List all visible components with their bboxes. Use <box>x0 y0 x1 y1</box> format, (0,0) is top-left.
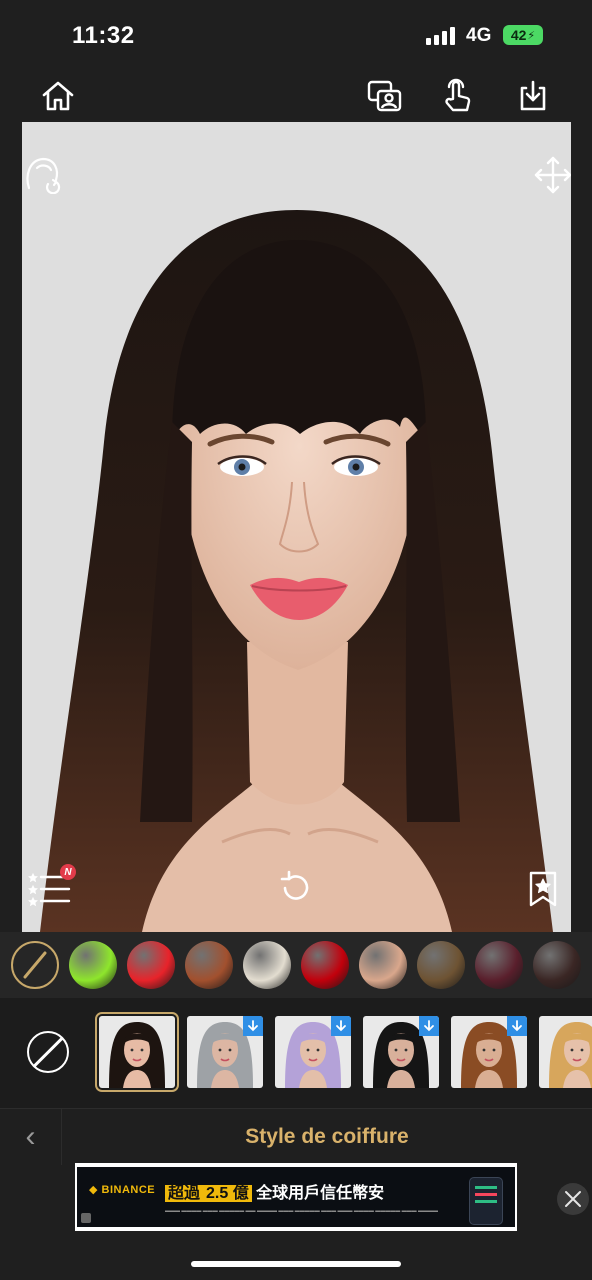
hair-color-picker <box>0 932 592 998</box>
preview-photo[interactable]: N <box>22 122 571 932</box>
no-hairstyle-button[interactable] <box>27 1031 69 1073</box>
battery-indicator: 42 ⚡ <box>503 25 543 45</box>
ad-headline-prefix: 超過 <box>165 1185 204 1202</box>
color-none-swatch[interactable] <box>11 941 59 989</box>
download-icon[interactable] <box>511 74 555 118</box>
clock: 11:32 <box>72 22 135 49</box>
ad-fine-print: ▬▬▬ ▬▬▬▬ ▬▬▬ ▬▬▬▬▬ ▬▬ ▬▬▬▬ ▬▬▬ ▬▬▬▬▬ ▬▬▬… <box>165 1208 439 1214</box>
hair-color-swatch[interactable] <box>417 941 465 989</box>
portrait-illustration <box>40 210 553 932</box>
close-icon <box>565 1191 581 1207</box>
hair-color-swatch[interactable] <box>359 941 407 989</box>
hairstyle-thumbnail[interactable] <box>187 1016 263 1088</box>
ad-headline-highlight: 2.5 億 <box>203 1185 252 1202</box>
bookmark-star-icon[interactable] <box>522 868 564 910</box>
hairstyle-thumbnail[interactable] <box>363 1016 439 1088</box>
ad-choices-icon[interactable] <box>81 1213 91 1223</box>
download-arrow-icon <box>331 1016 351 1036</box>
chevron-left-icon: ‹ <box>25 1120 36 1153</box>
compare-photos-icon[interactable] <box>362 74 406 118</box>
rotate-reset-icon[interactable] <box>276 868 316 908</box>
status-bar: 11:32 4G 42 ⚡ <box>0 0 592 70</box>
download-arrow-icon <box>507 1016 527 1036</box>
panel-header: ‹ Style de coiffure <box>0 1108 592 1165</box>
ad-headline: 超過 2.5 億 全球用戶信任幣安 <box>165 1179 384 1203</box>
home-icon[interactable] <box>36 74 80 118</box>
head-hair-icon[interactable] <box>22 152 62 196</box>
ad-brand-name: BINANCE <box>101 1184 156 1196</box>
home-indicator[interactable] <box>191 1261 401 1267</box>
hair-color-swatch[interactable] <box>301 941 349 989</box>
hair-color-swatch[interactable] <box>69 941 117 989</box>
ad-headline-suffix: 全球用戶信任幣安 <box>256 1185 385 1202</box>
ranked-list-icon[interactable]: N <box>26 864 76 910</box>
panel-title: Style de coiffure <box>245 1125 409 1148</box>
move-arrows-icon[interactable] <box>532 154 571 196</box>
ad-phone-image <box>469 1177 503 1225</box>
new-badge: N <box>60 864 76 880</box>
back-button[interactable]: ‹ <box>0 1109 62 1165</box>
hair-color-swatch[interactable] <box>243 941 291 989</box>
ad-banner[interactable]: ◆ BINANCE 超過 2.5 億 全球用戶信任幣安 ▬▬▬ ▬▬▬▬ ▬▬▬ … <box>75 1163 517 1231</box>
ad-creative: ◆ BINANCE 超過 2.5 億 全球用戶信任幣安 ▬▬▬ ▬▬▬▬ ▬▬▬ … <box>77 1167 515 1227</box>
hair-color-swatch[interactable] <box>127 941 175 989</box>
ad-brand: ◆ BINANCE <box>89 1184 156 1196</box>
network-type: 4G <box>466 25 492 46</box>
hairstyle-carousel <box>0 998 592 1108</box>
hairstyle-thumbnail[interactable] <box>451 1016 527 1088</box>
hair-color-swatch[interactable] <box>533 941 581 989</box>
battery-level: 42 <box>510 27 527 43</box>
download-arrow-icon <box>243 1016 263 1036</box>
download-arrow-icon <box>419 1016 439 1036</box>
touch-hand-icon[interactable] <box>436 74 480 118</box>
hairstyle-thumbnail[interactable] <box>275 1016 351 1088</box>
hair-color-swatch[interactable] <box>475 941 523 989</box>
hair-color-swatch[interactable] <box>185 941 233 989</box>
hairstyle-thumbnail[interactable] <box>539 1016 592 1088</box>
hairstyle-thumbnail[interactable] <box>95 1012 179 1092</box>
close-ad-button[interactable] <box>557 1183 589 1215</box>
signal-strength-icon <box>426 27 458 45</box>
